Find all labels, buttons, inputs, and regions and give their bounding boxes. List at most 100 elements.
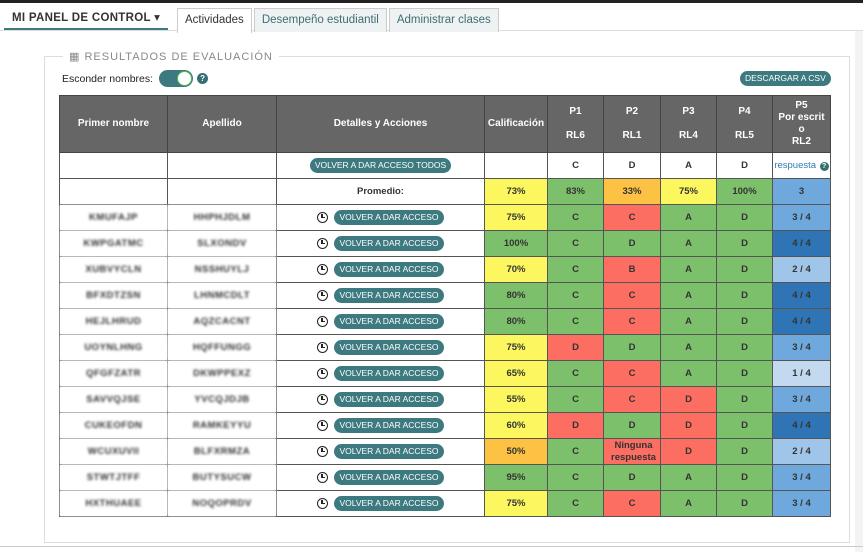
answer-p2[interactable]: D bbox=[603, 464, 661, 491]
clock-icon[interactable] bbox=[317, 212, 329, 223]
clock-icon[interactable] bbox=[317, 498, 329, 509]
answer-p5[interactable]: 3 / 4 bbox=[772, 464, 831, 491]
reset-access-button[interactable]: VOLVER A DAR ACCESO bbox=[334, 262, 444, 277]
clock-icon[interactable] bbox=[317, 316, 329, 327]
answer-p5[interactable]: 4 / 4 bbox=[772, 230, 831, 257]
answer-p1[interactable]: C bbox=[547, 204, 604, 231]
answer-p3[interactable]: A bbox=[660, 204, 717, 231]
reset-access-button[interactable]: VOLVER A DAR ACCESO bbox=[334, 496, 444, 511]
clock-icon[interactable] bbox=[317, 238, 329, 249]
tab-desempeno-estudiantil[interactable]: Desempeño estudiantil bbox=[253, 8, 387, 32]
answer-p4[interactable]: D bbox=[716, 360, 773, 387]
answer-p4[interactable]: D bbox=[716, 412, 773, 439]
answer-p3[interactable]: A bbox=[660, 230, 717, 257]
answer-p3[interactable]: D bbox=[660, 386, 717, 413]
header-grade[interactable]: Calificación bbox=[484, 95, 548, 153]
answer-p5[interactable]: 4 / 4 bbox=[772, 282, 831, 309]
answer-p4[interactable]: D bbox=[716, 386, 773, 413]
average-p5: 3 bbox=[772, 178, 831, 205]
answer-p4[interactable]: D bbox=[716, 282, 773, 309]
answer-p3[interactable]: A bbox=[660, 464, 717, 491]
answer-p1[interactable]: C bbox=[547, 438, 604, 465]
answer-p5[interactable]: 1 / 4 bbox=[772, 360, 831, 387]
clock-icon[interactable] bbox=[317, 420, 329, 431]
answer-p3[interactable]: D bbox=[660, 412, 717, 439]
clock-icon[interactable] bbox=[317, 446, 329, 457]
reset-access-button[interactable]: VOLVER A DAR ACCESO bbox=[334, 340, 444, 355]
answer-p2[interactable]: C bbox=[603, 386, 661, 413]
answer-p2[interactable]: C bbox=[603, 282, 661, 309]
answer-p4[interactable]: D bbox=[716, 334, 773, 361]
reset-access-button[interactable]: VOLVER A DAR ACCESO bbox=[334, 418, 444, 433]
answer-p4[interactable]: D bbox=[716, 308, 773, 335]
hide-names-toggle[interactable] bbox=[159, 70, 194, 87]
answer-p3[interactable]: A bbox=[660, 334, 717, 361]
answer-p5[interactable]: 2 / 4 bbox=[772, 438, 831, 465]
answer-p5[interactable]: 3 / 4 bbox=[772, 204, 831, 231]
answer-p1[interactable]: C bbox=[547, 230, 604, 257]
clock-icon[interactable] bbox=[317, 394, 329, 405]
reset-access-button[interactable]: VOLVER A DAR ACCESO bbox=[334, 288, 444, 303]
answer-p1[interactable]: C bbox=[547, 308, 604, 335]
answer-p4[interactable]: D bbox=[716, 256, 773, 283]
header-first-name[interactable]: Primer nombre bbox=[59, 95, 168, 153]
answer-p1[interactable]: D bbox=[547, 334, 604, 361]
answer-p5[interactable]: 4 / 4 bbox=[772, 308, 831, 335]
answer-p2[interactable]: C bbox=[603, 490, 661, 517]
answer-p4[interactable]: D bbox=[716, 464, 773, 491]
clock-icon[interactable] bbox=[317, 472, 329, 483]
answer-p3[interactable]: A bbox=[660, 490, 717, 517]
answer-p1[interactable]: C bbox=[547, 490, 604, 517]
answer-p5[interactable]: 4 / 4 bbox=[772, 412, 831, 439]
answer-p1[interactable]: C bbox=[547, 282, 604, 309]
clock-icon[interactable] bbox=[317, 264, 329, 275]
answer-p4[interactable]: D bbox=[716, 204, 773, 231]
header-last-name[interactable]: Apellido bbox=[167, 95, 277, 153]
answer-p2[interactable]: B bbox=[603, 256, 661, 283]
answer-p3[interactable]: A bbox=[660, 256, 717, 283]
tab-administrar-clases[interactable]: Administrar clases bbox=[388, 8, 499, 32]
answer-p1[interactable]: C bbox=[547, 256, 604, 283]
answer-p2[interactable]: D bbox=[603, 412, 661, 439]
reset-access-button[interactable]: VOLVER A DAR ACCESO bbox=[334, 210, 444, 225]
answer-p2[interactable]: D bbox=[603, 230, 661, 257]
answer-p4[interactable]: D bbox=[716, 438, 773, 465]
reset-access-button[interactable]: VOLVER A DAR ACCESO bbox=[334, 366, 444, 381]
answer-p1[interactable]: C bbox=[547, 360, 604, 387]
reset-access-button[interactable]: VOLVER A DAR ACCESO bbox=[334, 392, 444, 407]
reset-access-button[interactable]: VOLVER A DAR ACCESO bbox=[334, 236, 444, 251]
tab-actividades[interactable]: Actividades bbox=[177, 8, 252, 33]
answer-p2[interactable]: C bbox=[603, 360, 661, 387]
answer-p5[interactable]: 3 / 4 bbox=[772, 490, 831, 517]
answer-p3[interactable]: A bbox=[660, 308, 717, 335]
clock-icon[interactable] bbox=[317, 290, 329, 301]
reset-all-button[interactable]: VOLVER A DAR ACCESO TODOS bbox=[309, 158, 452, 173]
answer-p5[interactable]: 3 / 4 bbox=[772, 386, 831, 413]
page-scrollbar[interactable] bbox=[855, 31, 863, 552]
dashboard-menu[interactable]: MI PANEL DE CONTROL ▾ bbox=[4, 4, 168, 30]
student-last-name: BLFXRMZA bbox=[167, 438, 277, 465]
answer-p4[interactable]: D bbox=[716, 490, 773, 517]
answer-p2[interactable]: C bbox=[603, 308, 661, 335]
clock-icon[interactable] bbox=[317, 368, 329, 379]
answer-p3[interactable]: A bbox=[660, 360, 717, 387]
response-link[interactable]: respuesta bbox=[774, 160, 816, 171]
download-csv-button[interactable]: DESCARGAR A CSV bbox=[740, 71, 831, 86]
answer-p2[interactable]: C bbox=[603, 204, 661, 231]
reset-access-button[interactable]: VOLVER A DAR ACCESO bbox=[334, 314, 444, 329]
answer-p5[interactable]: 2 / 4 bbox=[772, 256, 831, 283]
answer-p1[interactable]: C bbox=[547, 464, 604, 491]
answer-p2[interactable]: D bbox=[603, 334, 661, 361]
reset-access-button[interactable]: VOLVER A DAR ACCESO bbox=[334, 444, 444, 459]
help-icon[interactable]: ? bbox=[197, 73, 209, 84]
answer-p1[interactable]: D bbox=[547, 412, 604, 439]
reset-access-button[interactable]: VOLVER A DAR ACCESO bbox=[334, 470, 444, 485]
clock-icon[interactable] bbox=[317, 342, 329, 353]
help-icon[interactable]: ? bbox=[819, 162, 829, 171]
answer-p2[interactable]: Ninguna respuesta bbox=[603, 438, 661, 465]
answer-p1[interactable]: C bbox=[547, 386, 604, 413]
answer-p3[interactable]: D bbox=[660, 438, 717, 465]
answer-p5[interactable]: 3 / 4 bbox=[772, 334, 831, 361]
answer-p4[interactable]: D bbox=[716, 230, 773, 257]
answer-p3[interactable]: A bbox=[660, 282, 717, 309]
